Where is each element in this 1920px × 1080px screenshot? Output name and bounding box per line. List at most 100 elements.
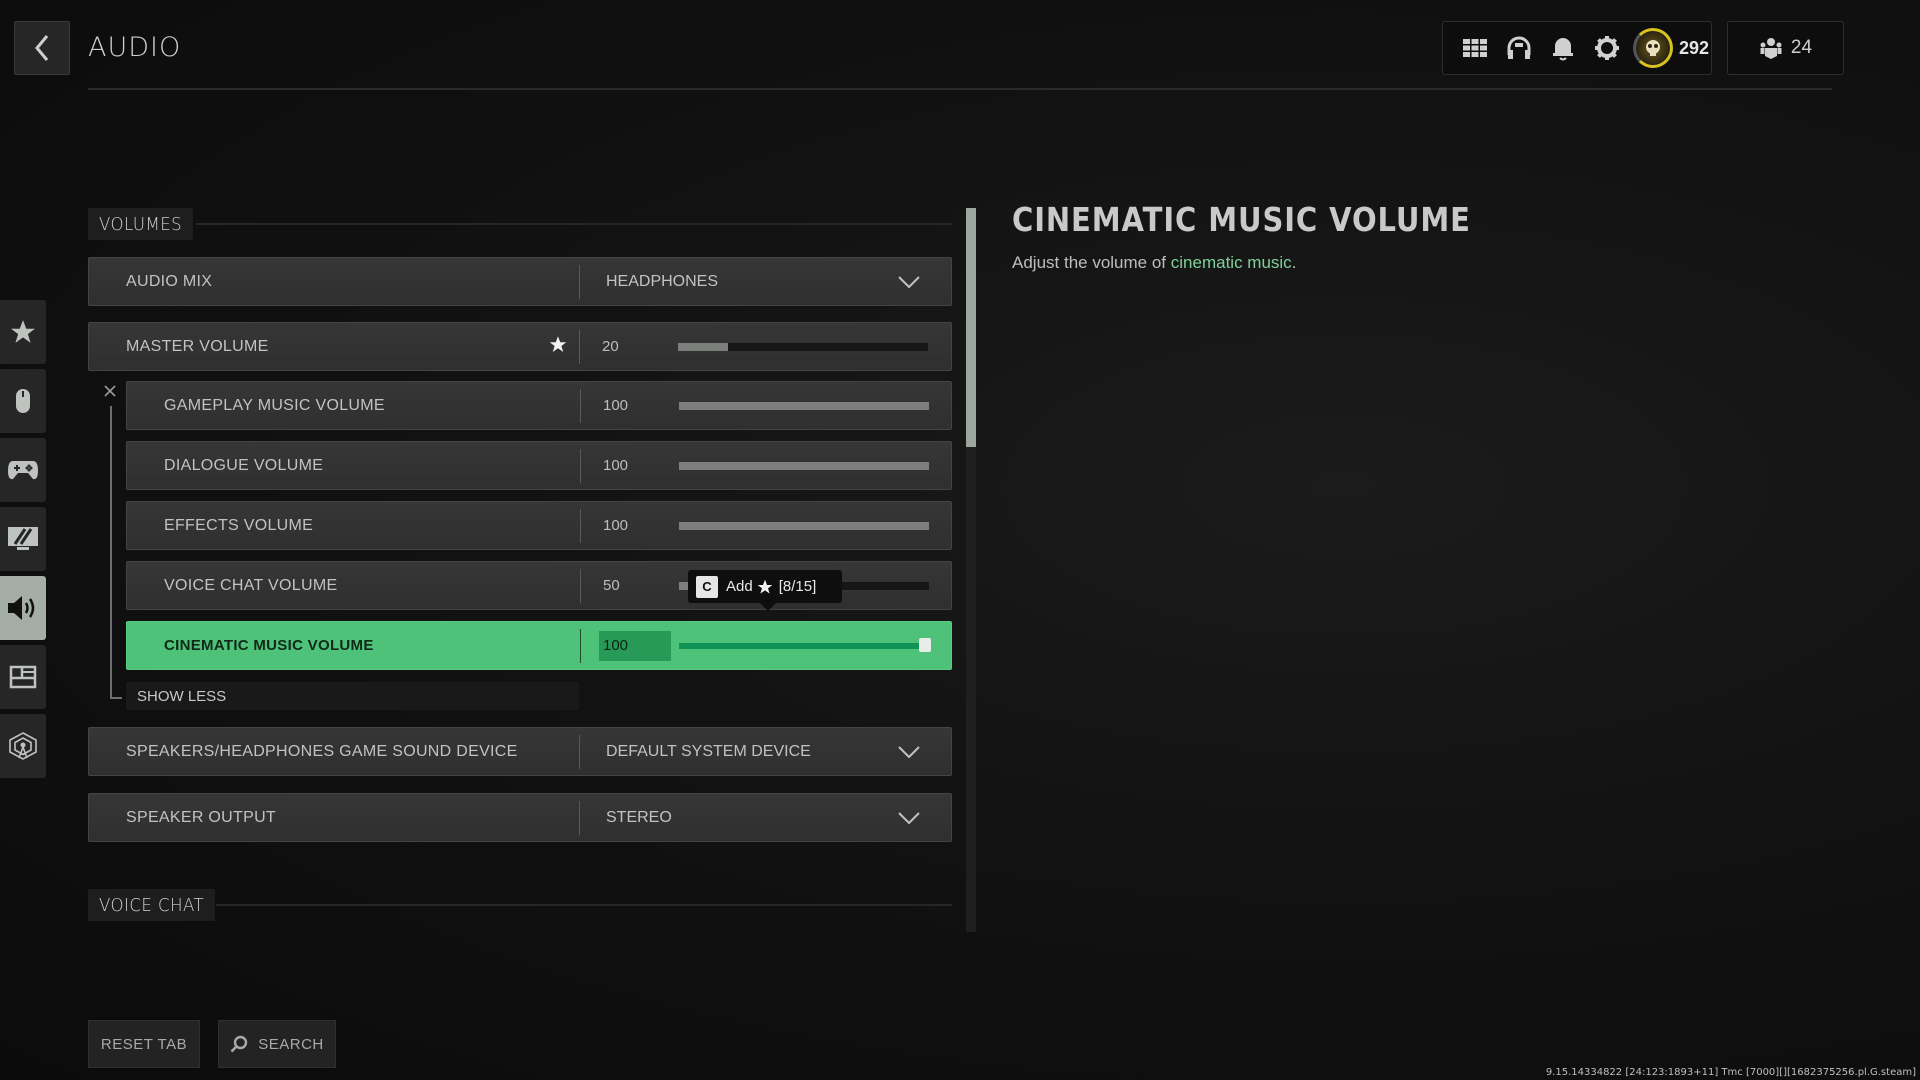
- cinematic-music-volume-slider[interactable]: [679, 637, 931, 652]
- bell-icon[interactable]: [1541, 26, 1585, 70]
- monitor-icon: [8, 527, 38, 550]
- effects-volume-slider[interactable]: [679, 521, 929, 530]
- gear-icon[interactable]: [1585, 26, 1629, 70]
- section-title: VOLUMES: [88, 208, 194, 240]
- slider-value: 100: [603, 457, 629, 474]
- slider-fill: [679, 521, 929, 530]
- hud-bar: 292: [1442, 21, 1712, 75]
- tooltip-text: Add: [726, 578, 753, 595]
- sound-device-dropdown[interactable]: SPEAKERS/HEADPHONES GAME SOUND DEVICE DE…: [88, 727, 952, 776]
- settings-scrollbar[interactable]: [966, 208, 976, 932]
- close-icon: [104, 385, 116, 397]
- reset-tab-label: RESET TAB: [100, 1035, 188, 1053]
- detail-description: Adjust the volume of cinematic music.: [1012, 253, 1296, 273]
- slider-value: 20: [602, 338, 619, 355]
- antenna-icon: [9, 732, 37, 760]
- sidebar-item-network[interactable]: [0, 714, 46, 778]
- section-divider: [216, 904, 952, 906]
- chevron-down-icon: [897, 275, 921, 288]
- master-volume-slider[interactable]: [678, 342, 928, 351]
- group-tree-line: [110, 406, 112, 699]
- add-favorite-tooltip: C Add [8/15]: [688, 570, 842, 611]
- layout-icon: [9, 665, 37, 689]
- effects-volume-row[interactable]: EFFECTS VOLUME 100: [126, 501, 952, 550]
- slider-value: 50: [603, 577, 620, 594]
- player-emblem-icon[interactable]: [1633, 28, 1673, 68]
- back-button[interactable]: [14, 21, 70, 75]
- slider-value: 100: [603, 397, 629, 414]
- slider-fill: [678, 342, 728, 351]
- slider-value-input[interactable]: 100: [599, 630, 671, 661]
- friends-count: 24: [1790, 37, 1813, 58]
- section-header-volumes: VOLUMES: [88, 208, 952, 240]
- player-level: 292: [1679, 37, 1710, 58]
- slider-value: 100: [603, 517, 629, 534]
- grid-menu-icon[interactable]: [1453, 26, 1497, 70]
- dropdown-value: DEFAULT SYSTEM DEVICE: [606, 742, 811, 760]
- slider-fill: [679, 401, 929, 410]
- section-divider: [196, 223, 952, 225]
- section-header-voice-chat: VOICE CHAT: [88, 889, 952, 921]
- search-label: SEARCH: [258, 1035, 324, 1053]
- search-button[interactable]: SEARCH: [218, 1020, 336, 1068]
- gameplay-music-volume-row[interactable]: GAMEPLAY MUSIC VOLUME 100: [126, 381, 952, 430]
- setting-label: SPEAKERS/HEADPHONES GAME SOUND DEVICE: [126, 742, 518, 760]
- group-tree-line-end: [110, 697, 122, 699]
- slider-fill: [679, 461, 929, 470]
- search-icon: [230, 1035, 248, 1053]
- gameplay-music-volume-slider[interactable]: [679, 401, 929, 410]
- dropdown-value: HEADPHONES: [606, 272, 719, 290]
- gamepad-icon: [8, 461, 38, 480]
- setting-label: GAMEPLAY MUSIC VOLUME: [164, 396, 385, 414]
- sidebar-item-graphics[interactable]: [0, 507, 46, 571]
- dropdown-value: STEREO: [606, 808, 672, 826]
- dialogue-volume-slider[interactable]: [679, 461, 929, 470]
- master-volume-slider-row[interactable]: MASTER VOLUME 20: [88, 322, 952, 371]
- cinematic-music-volume-row[interactable]: CINEMATIC MUSIC VOLUME 100: [126, 621, 952, 670]
- sidebar-item-interface[interactable]: [0, 645, 46, 709]
- headphones-icon[interactable]: [1497, 26, 1541, 70]
- reset-tab-button[interactable]: RESET TAB: [88, 1020, 200, 1068]
- build-info: 9.15.14334822 [24:123:1893+11] Tmc [7000…: [1545, 1067, 1916, 1078]
- column-divider: [580, 628, 581, 663]
- slider-thumb[interactable]: [919, 637, 931, 652]
- scrollbar-thumb[interactable]: [966, 208, 976, 447]
- speaker-icon: [8, 596, 35, 620]
- chevron-down-icon: [897, 745, 921, 758]
- show-less-button[interactable]: SHOW LESS: [126, 682, 579, 710]
- sidebar-item-audio[interactable]: [0, 576, 46, 640]
- sidebar-item-controller[interactable]: [0, 438, 46, 502]
- friends-button[interactable]: 24: [1727, 21, 1844, 75]
- star-icon: [11, 320, 35, 343]
- setting-label: SPEAKER OUTPUT: [126, 808, 277, 826]
- setting-label: VOICE CHAT VOLUME: [164, 576, 338, 594]
- setting-label-text: MASTER VOLUME: [126, 337, 269, 355]
- star-icon: [757, 579, 773, 594]
- setting-label: EFFECTS VOLUME: [164, 516, 314, 534]
- description-suffix: .: [1291, 253, 1297, 272]
- audio-mix-dropdown[interactable]: AUDIO MIX HEADPHONES: [88, 257, 952, 306]
- setting-label: CINEMATIC MUSIC VOLUME: [164, 637, 374, 654]
- dialogue-volume-row[interactable]: DIALOGUE VOLUME 100: [126, 441, 952, 490]
- collapse-group-button[interactable]: [100, 381, 120, 401]
- speaker-output-dropdown[interactable]: SPEAKER OUTPUT STEREO: [88, 793, 952, 842]
- friends-icon: [1760, 38, 1782, 59]
- sidebar-item-favorites[interactable]: [0, 300, 46, 364]
- description-text: Adjust the volume of: [1012, 253, 1171, 272]
- setting-label: DIALOGUE VOLUME: [164, 456, 324, 474]
- sidebar-item-mouse-keyboard[interactable]: [0, 369, 46, 433]
- mouse-icon: [16, 389, 30, 413]
- detail-title: CINEMATIC MUSIC VOLUME: [1012, 200, 1471, 239]
- header-divider: [88, 88, 1832, 90]
- setting-label: AUDIO MIX: [126, 272, 213, 290]
- chevron-down-icon: [897, 811, 921, 824]
- chevron-left-icon: [35, 35, 49, 61]
- page-title: AUDIO: [88, 32, 182, 63]
- settings-sidebar: [0, 300, 46, 783]
- slider-fill: [679, 642, 929, 649]
- favorite-star-icon[interactable]: [549, 335, 567, 358]
- keybind-c: C: [696, 575, 718, 598]
- setting-label: MASTER VOLUME: [89, 323, 579, 370]
- description-highlight: cinematic music: [1170, 253, 1292, 272]
- favorite-count: [8/15]: [778, 578, 817, 595]
